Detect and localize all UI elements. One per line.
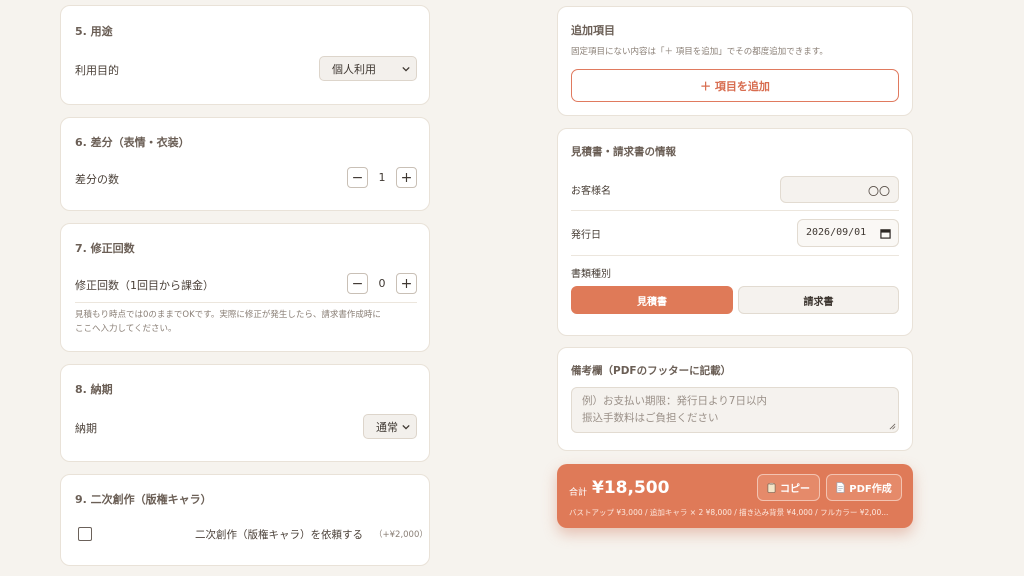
section-title: 見積書・請求書の情報 xyxy=(571,146,676,158)
deadline-select[interactable]: 通常 xyxy=(363,414,417,439)
deadline-label: 納期 xyxy=(75,422,97,435)
section-title: 6. 差分（表情・衣装） xyxy=(75,136,190,149)
usage-select[interactable]: 個人利用 xyxy=(319,56,417,81)
section-title: 7. 修正回数 xyxy=(75,242,135,255)
section-title: 5. 用途 xyxy=(75,25,113,38)
variations-minus-button[interactable]: − xyxy=(347,167,368,188)
revisions-hint-line2: ここへ入力してください。 xyxy=(75,324,177,334)
section-deadline: 8. 納期 納期 通常 xyxy=(60,364,430,462)
document-type-quote-button[interactable]: 見積書 xyxy=(571,286,733,314)
chevron-down-icon xyxy=(402,424,410,430)
divider xyxy=(571,210,899,211)
issue-date-value: 2026/09/01 xyxy=(806,227,867,238)
derivative-checkbox[interactable] xyxy=(78,527,92,541)
copy-button[interactable]: コピー xyxy=(757,474,820,501)
section-title: 9. 二次創作（版権キャラ） xyxy=(75,493,212,506)
section-variations: 6. 差分（表情・衣装） 差分の数 − 1 + xyxy=(60,117,430,211)
remarks-textarea[interactable]: 例）お支払い期限：発行日より7日以内 振込手数料はご負担ください xyxy=(571,387,899,433)
revisions-plus-button[interactable]: + xyxy=(396,273,417,294)
section-remarks: 備考欄（PDFのフッターに記載） 例）お支払い期限：発行日より7日以内 振込手数… xyxy=(557,347,913,451)
revisions-value: 0 xyxy=(378,277,386,290)
variations-label: 差分の数 xyxy=(75,173,119,186)
document-type-invoice-button[interactable]: 請求書 xyxy=(738,286,899,314)
section-revisions: 7. 修正回数 修正回数（1回目から課金） − 0 + 見積もり時点では0のまま… xyxy=(60,223,430,352)
create-pdf-button[interactable]: PDF作成 xyxy=(826,474,902,501)
revisions-label: 修正回数（1回目から課金） xyxy=(75,279,214,292)
chevron-down-icon xyxy=(402,66,410,72)
divider xyxy=(75,302,417,303)
calendar-icon[interactable] xyxy=(880,228,891,239)
section-title: 追加項目 xyxy=(571,24,615,37)
total-label: 合計 xyxy=(569,488,588,498)
issue-date-label: 発行日 xyxy=(571,230,601,241)
clipboard-icon xyxy=(767,482,776,493)
total-amount: ¥18,500 xyxy=(592,478,670,498)
create-pdf-button-label: PDF作成 xyxy=(849,484,892,495)
deadline-select-value: 通常 xyxy=(376,420,398,434)
remarks-placeholder-line2: 振込手数料はご負担ください xyxy=(582,412,719,424)
document-type-label: 書類種別 xyxy=(571,269,611,280)
revisions-hint-line1: 見積もり時点では0のままでOKです。実際に修正が発生したら、請求書作成時に xyxy=(75,310,381,320)
usage-label: 利用目的 xyxy=(75,64,119,77)
section-document-info: 見積書・請求書の情報 お客様名 〇〇 発行日 2026/09/01 書類種別 見… xyxy=(557,128,913,336)
variations-value: 1 xyxy=(378,171,386,184)
section-title: 8. 納期 xyxy=(75,383,113,396)
section-derivative: 9. 二次創作（版権キャラ） 二次創作（版権キャラ）を依頼する （+¥2,000… xyxy=(60,474,430,566)
section-title: 備考欄（PDFのフッターに記載） xyxy=(571,365,732,377)
total-breakdown: バストアップ ¥3,000 / 追加キャラ × 2 ¥8,000 / 描き込み背… xyxy=(569,508,889,517)
remarks-placeholder-line1: 例）お支払い期限：発行日より7日以内 xyxy=(582,395,767,407)
customer-name-placeholder: 〇〇 xyxy=(868,185,890,198)
additional-items-hint: 固定項目にない内容は「＋ 項目を追加」でその都度追加できます。 xyxy=(571,47,828,57)
section-usage: 5. 用途 利用目的 個人利用 xyxy=(60,5,430,105)
variations-plus-button[interactable]: + xyxy=(396,167,417,188)
total-bar: 合計 ¥18,500 コピー PDF作成 バストアップ ¥3,000 / 追加キ… xyxy=(557,464,913,528)
derivative-price: （+¥2,000） xyxy=(374,530,428,540)
document-icon xyxy=(836,482,845,493)
section-additional-items: 追加項目 固定項目にない内容は「＋ 項目を追加」でその都度追加できます。 ＋ 項… xyxy=(557,6,913,116)
divider xyxy=(571,255,899,256)
issue-date-input[interactable]: 2026/09/01 xyxy=(797,219,899,247)
copy-button-label: コピー xyxy=(780,484,810,495)
customer-name-label: お客様名 xyxy=(571,186,611,197)
add-item-button[interactable]: ＋ 項目を追加 xyxy=(571,69,899,102)
revisions-minus-button[interactable]: − xyxy=(347,273,368,294)
customer-name-input[interactable]: 〇〇 xyxy=(780,176,899,203)
resize-handle-icon[interactable] xyxy=(889,423,896,430)
derivative-checkbox-label[interactable]: 二次創作（版権キャラ）を依頼する xyxy=(195,527,363,542)
usage-select-value: 個人利用 xyxy=(332,62,376,76)
